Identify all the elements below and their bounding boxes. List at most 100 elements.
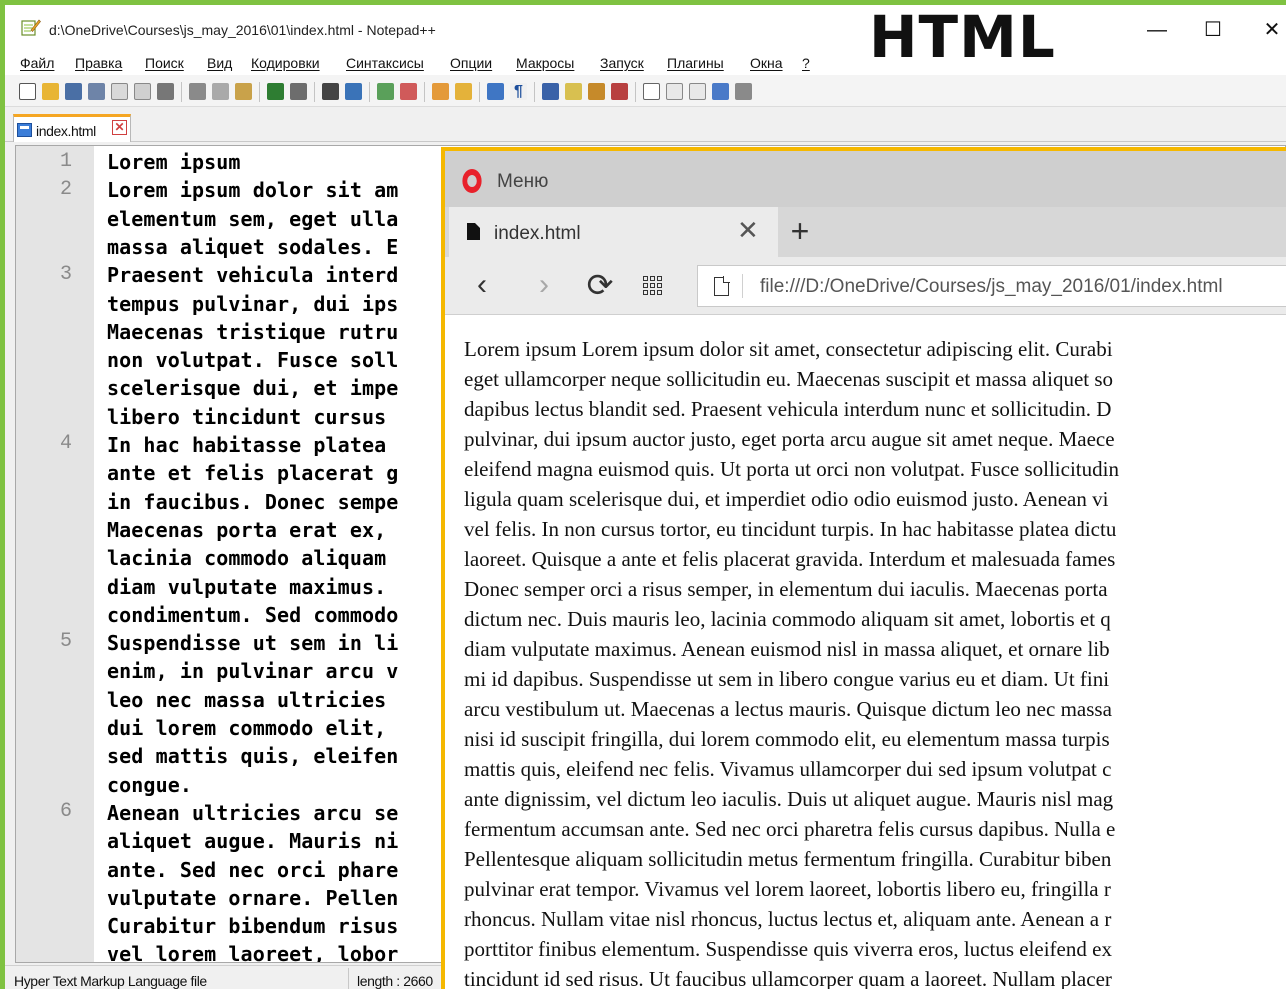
menu-options[interactable]: Опции bbox=[450, 55, 492, 71]
page-text-line: Lorem ipsum Lorem ipsum dolor sit amet, … bbox=[464, 337, 1113, 361]
code-line: diam vulputate maximus. bbox=[107, 574, 387, 599]
opera-window: Меню index.html ✕ + ‹ › ⟳ file:///D:/One… bbox=[445, 151, 1286, 989]
menu-macros[interactable]: Макросы bbox=[516, 55, 574, 71]
opera-window-frame: Меню index.html ✕ + ‹ › ⟳ file:///D:/One… bbox=[441, 147, 1286, 989]
opera-menu-button[interactable]: Меню bbox=[497, 171, 548, 193]
forward-button[interactable]: › bbox=[527, 269, 561, 303]
menu-run[interactable]: Запуск bbox=[600, 55, 644, 71]
page-info-icon[interactable] bbox=[714, 276, 730, 296]
udl-icon[interactable] bbox=[565, 83, 582, 100]
save-macro-icon[interactable] bbox=[735, 83, 752, 100]
address-input[interactable]: file:///D:/OneDrive/Courses/js_may_2016/… bbox=[760, 276, 1223, 298]
page-text-line: eleifend magna euismod quis. Ut porta ut… bbox=[464, 457, 1119, 481]
code-line: Curabitur bibendum risus bbox=[107, 914, 399, 939]
code-line: enim, in pulvinar arcu v bbox=[107, 659, 399, 684]
toolbar-separator bbox=[181, 82, 182, 102]
zoom-in-icon[interactable] bbox=[377, 83, 394, 100]
page-text-line: fermentum accumsan ante. Sed nec orci ph… bbox=[464, 817, 1116, 841]
menu-edit[interactable]: Правка bbox=[75, 55, 122, 71]
minimize-button[interactable]: — bbox=[1137, 15, 1177, 45]
code-line: in faucibus. Donec sempe bbox=[107, 489, 399, 514]
save-icon[interactable] bbox=[65, 83, 82, 100]
page-text-line: porttitor finibus elementum. Suspendisse… bbox=[464, 937, 1112, 961]
code-line: elementum sem, eget ulla bbox=[107, 206, 399, 231]
page-text-line: ante dignissim, vel dictum leo iaculis. … bbox=[464, 787, 1114, 811]
code-line: scelerisque dui, et impe bbox=[107, 376, 399, 401]
run-macro-multiple-icon[interactable] bbox=[712, 83, 729, 100]
show-all-chars-icon[interactable]: ¶ bbox=[510, 83, 527, 100]
redo-icon[interactable] bbox=[290, 83, 307, 100]
save-all-icon[interactable] bbox=[88, 83, 105, 100]
speed-dial-grid-icon[interactable] bbox=[643, 276, 662, 295]
undo-icon[interactable] bbox=[267, 83, 284, 100]
indent-guide-icon[interactable] bbox=[542, 83, 559, 100]
page-text-line: dapibus lectus blandit sed. Praesent veh… bbox=[464, 397, 1112, 421]
page-text-line: dictum nec. Duis mauris leo, lacinia com… bbox=[464, 607, 1111, 631]
opera-tab-close-icon[interactable]: ✕ bbox=[737, 215, 759, 246]
menu-windows[interactable]: Окна bbox=[750, 55, 783, 71]
close-file-icon[interactable] bbox=[111, 83, 128, 100]
menu-encoding[interactable]: Кодировки bbox=[251, 55, 320, 71]
sync-vertical-icon[interactable] bbox=[432, 83, 449, 100]
function-list-icon[interactable] bbox=[611, 83, 628, 100]
page-text-line: vel felis. In non cursus tortor, eu tinc… bbox=[464, 517, 1117, 541]
menu-syntax[interactable]: Синтаксисы bbox=[346, 55, 424, 71]
paste-icon[interactable] bbox=[235, 83, 252, 100]
page-text-line: arcu vestibulum ut. Maecenas a lectus ma… bbox=[464, 697, 1112, 721]
close-all-icon[interactable] bbox=[134, 83, 151, 100]
page-text-line: pulvinar, dui ipsum auctor justo, eget p… bbox=[464, 427, 1115, 451]
reload-button[interactable]: ⟳ bbox=[583, 269, 617, 303]
toolbar-separator bbox=[479, 82, 480, 102]
close-window-button[interactable]: ✕ bbox=[1252, 15, 1286, 45]
tab-close-icon[interactable]: ✕ bbox=[112, 120, 127, 135]
find-icon[interactable] bbox=[322, 83, 339, 100]
page-text-line: rhoncus. Nullam vitae nisl rhoncus, luct… bbox=[464, 907, 1112, 931]
page-text-line: tincidunt id sed risus. Ut faucibus ulla… bbox=[464, 967, 1112, 989]
code-line: non volutpat. Fusce soll bbox=[107, 348, 399, 373]
line-number-gutter: 1 2 3 4 5 6 bbox=[16, 146, 94, 962]
html-overlay-label: HTML bbox=[869, 5, 1056, 71]
new-tab-button[interactable]: + bbox=[782, 209, 818, 253]
new-file-icon[interactable] bbox=[19, 83, 36, 100]
notepad-title-bar: d:\OneDrive\Courses\js_may_2016\01\index… bbox=[5, 5, 1286, 47]
open-file-icon[interactable] bbox=[42, 83, 59, 100]
address-bar[interactable]: file:///D:/OneDrive/Courses/js_may_2016/… bbox=[697, 265, 1286, 307]
code-line: ante et felis placerat g bbox=[107, 461, 399, 486]
cut-icon[interactable] bbox=[189, 83, 206, 100]
menu-file[interactable]: Файл bbox=[20, 55, 54, 71]
print-icon[interactable] bbox=[157, 83, 174, 100]
menu-help[interactable]: ? bbox=[802, 55, 810, 71]
code-line: dui lorem commodo elit, bbox=[107, 716, 387, 740]
code-line: congue. bbox=[107, 772, 192, 797]
code-line: Praesent vehicula interd bbox=[107, 263, 399, 288]
code-line: vel lorem laoreet, lobor bbox=[107, 942, 399, 963]
opera-logo-icon[interactable] bbox=[462, 169, 482, 193]
tab-index-html[interactable]: index.html ✕ bbox=[13, 114, 131, 142]
word-wrap-icon[interactable] bbox=[487, 83, 504, 100]
code-line: aliquet augue. Mauris ni bbox=[107, 829, 399, 854]
menu-view[interactable]: Вид bbox=[207, 55, 232, 71]
toolbar-separator bbox=[534, 82, 535, 102]
notepad-menu-bar: Файл Правка Поиск Вид Кодировки Синтакси… bbox=[5, 47, 1286, 75]
status-divider bbox=[348, 968, 349, 989]
copy-icon[interactable] bbox=[212, 83, 229, 100]
page-text-line: eget ullamcorper neque sollicitudin eu. … bbox=[464, 367, 1114, 391]
menu-search[interactable]: Поиск bbox=[145, 55, 184, 71]
page-text-line: Donec semper orci a risus semper, in ele… bbox=[464, 577, 1108, 601]
code-line: condimentum. Sed commodo bbox=[107, 602, 399, 627]
maximize-button[interactable]: ☐ bbox=[1193, 15, 1233, 45]
address-separator bbox=[742, 274, 743, 298]
sync-horizontal-icon[interactable] bbox=[455, 83, 472, 100]
page-text-line: Pellentesque aliquam sollicitudin metus … bbox=[464, 847, 1112, 871]
back-button[interactable]: ‹ bbox=[465, 269, 499, 303]
replace-icon[interactable] bbox=[345, 83, 362, 100]
record-macro-icon[interactable] bbox=[643, 83, 660, 100]
doc-map-icon[interactable] bbox=[588, 83, 605, 100]
tab-label: index.html bbox=[36, 123, 96, 139]
play-macro-icon[interactable] bbox=[689, 83, 706, 100]
zoom-out-icon[interactable] bbox=[400, 83, 417, 100]
menu-plugins[interactable]: Плагины bbox=[667, 55, 724, 71]
stop-macro-icon[interactable] bbox=[666, 83, 683, 100]
opera-tab-index-html[interactable]: index.html ✕ bbox=[449, 207, 778, 257]
code-line: sed mattis quis, eleifen bbox=[107, 744, 399, 769]
